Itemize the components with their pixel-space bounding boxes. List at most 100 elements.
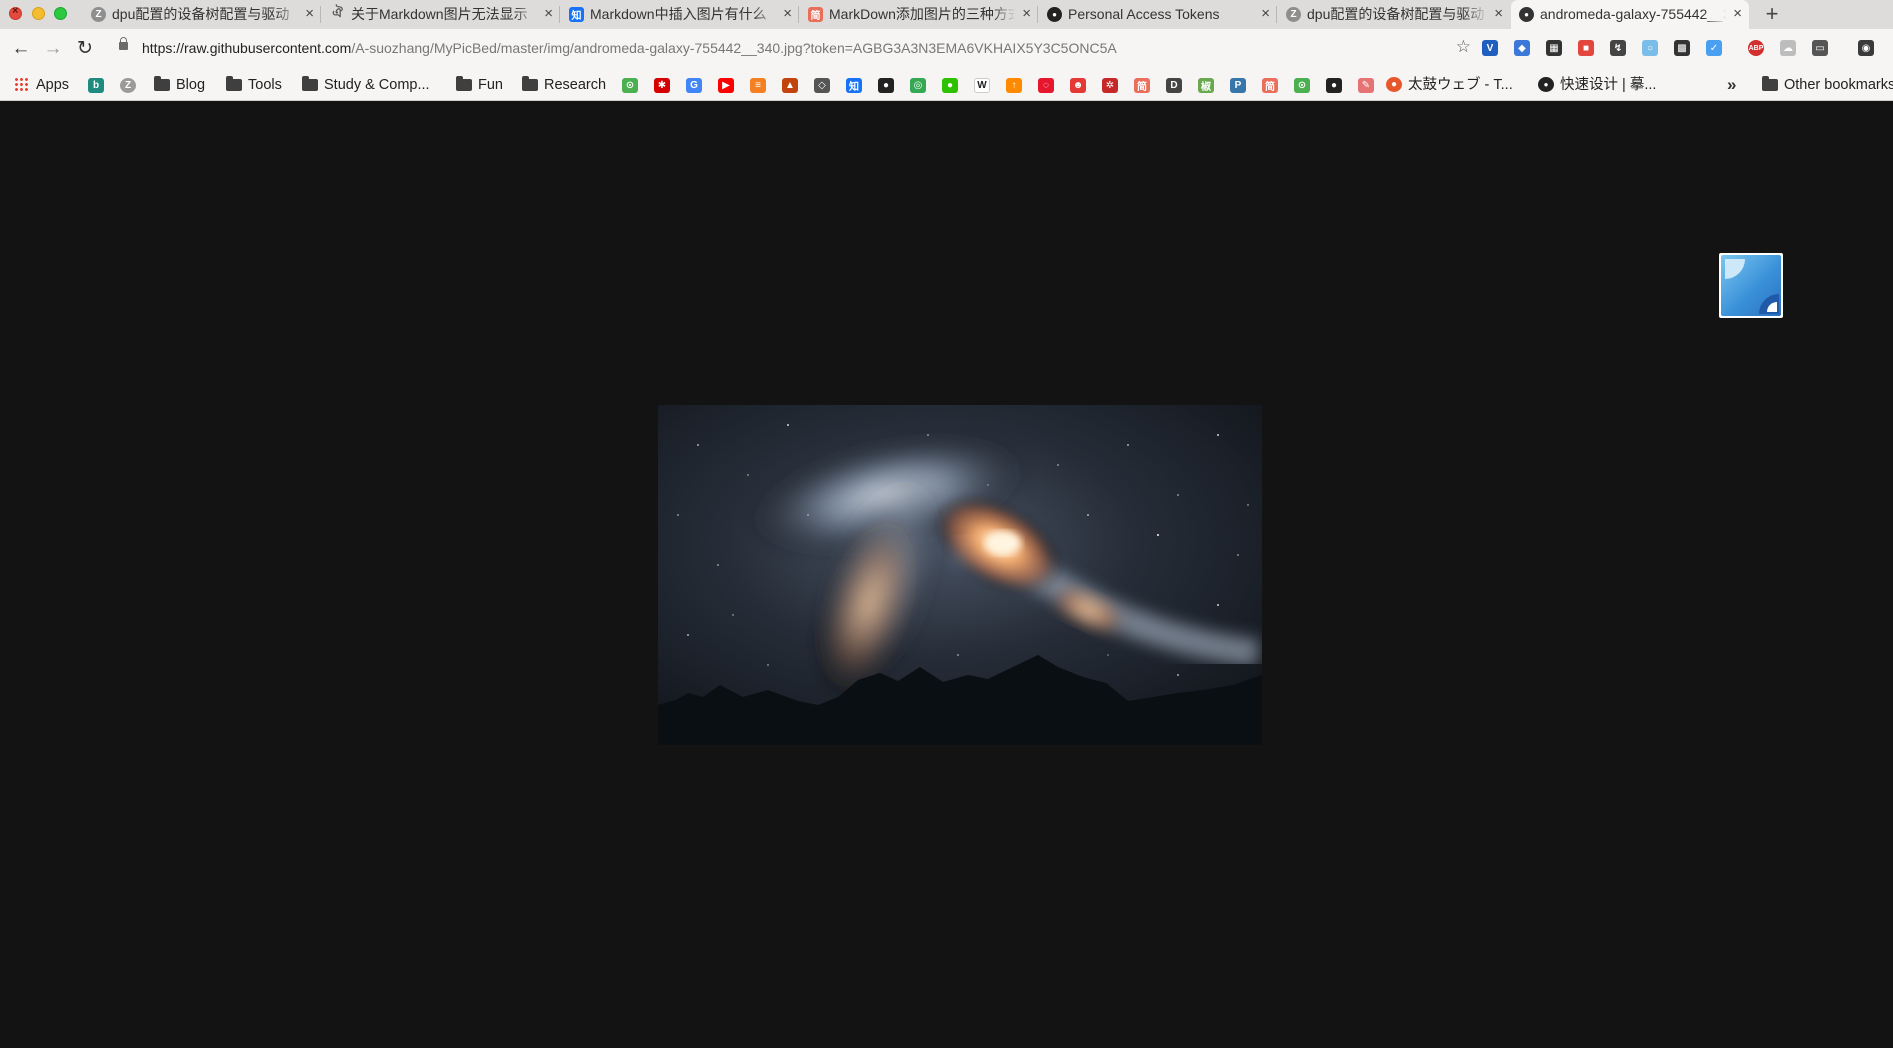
tab-close-icon[interactable]: ×	[783, 5, 792, 22]
url-text[interactable]: https://raw.githubusercontent.com/A-suoz…	[142, 40, 1117, 57]
palette-icon[interactable]: ■	[1578, 40, 1594, 56]
trello-icon[interactable]: ▦	[1546, 40, 1562, 56]
tab-6-active[interactable]: ● andromeda-galaxy-755442__340.jpg ×	[1511, 0, 1749, 29]
matlab-icon[interactable]: ▲	[782, 78, 798, 93]
window-maximize-button[interactable]	[54, 7, 67, 20]
bookmark-other-folder[interactable]: Other bookmarks	[1762, 76, 1893, 94]
youtube-icon[interactable]: ▶	[718, 78, 734, 93]
jianshu-icon[interactable]: 简	[1134, 78, 1150, 93]
folder-icon	[226, 76, 242, 91]
checkmark-icon[interactable]: ✓	[1706, 40, 1722, 56]
tab-close-icon[interactable]: ×	[544, 5, 553, 22]
zhihu-z-icon[interactable]: Z	[120, 78, 136, 93]
tab-strip: Z dpu配置的设备树配置与驱动 × ঐ 关于Markdown图片无法显示 × …	[0, 0, 1893, 29]
jianshu-2-icon[interactable]: 简	[1262, 78, 1278, 93]
translate-icon: ঐ	[332, 5, 343, 20]
bookmark-kuaisu[interactable]: ● 快速设计 | 摹...	[1538, 76, 1656, 94]
xilinx-icon[interactable]: ✱	[654, 78, 670, 93]
tab-3[interactable]: 简 MarkDown添加图片的三种方式 ×	[800, 0, 1038, 29]
tab-1[interactable]: ঐ 关于Markdown图片无法显示 ×	[322, 0, 560, 29]
zhihu-icon: 知	[569, 7, 584, 22]
gear-red-icon[interactable]: ✲	[1102, 78, 1118, 93]
bookmark-folder-research[interactable]: Research	[522, 76, 606, 94]
tab-title: andromeda-galaxy-755442__340.jpg	[1540, 6, 1727, 23]
globe-icon[interactable]: ●	[1326, 78, 1342, 93]
label-tag-icon[interactable]: D	[1166, 78, 1182, 93]
wechat-green-2-icon[interactable]: ⊙	[1294, 78, 1310, 93]
vimium-icon[interactable]: V	[1482, 40, 1498, 56]
cloud-icon[interactable]: ☁	[1780, 40, 1796, 56]
ring-icon[interactable]: ○	[1642, 40, 1658, 56]
back-button[interactable]: ←	[8, 37, 34, 61]
more-bookmarks-chevron-icon[interactable]: »	[1727, 75, 1736, 95]
window-close-button[interactable]	[9, 5, 22, 20]
image-viewer	[0, 101, 1893, 1048]
tab-5[interactable]: Z dpu配置的设备树配置与驱动 ×	[1278, 0, 1510, 29]
bookmark-label: Blog	[176, 77, 206, 93]
reload-button[interactable]: ↻	[72, 37, 98, 61]
bookmark-apps[interactable]: Apps	[14, 76, 69, 94]
tab-title: Personal Access Tokens	[1068, 6, 1255, 23]
gesture-icon[interactable]: ↯	[1610, 40, 1626, 56]
arrow-up-icon[interactable]: ↑	[1006, 78, 1022, 93]
tab-4[interactable]: ● Personal Access Tokens ×	[1039, 0, 1277, 29]
folder-icon	[522, 76, 538, 91]
cube-icon[interactable]: ◆	[1514, 40, 1530, 56]
bookmark-label: Apps	[36, 77, 70, 93]
window-minimize-button[interactable]	[32, 7, 45, 20]
profile-avatar-icon[interactable]: ◉	[1858, 40, 1874, 56]
diamond-icon[interactable]: ◇	[814, 78, 830, 93]
andromeda-galaxy-image[interactable]	[658, 405, 1262, 745]
paintbrush-icon[interactable]: ✎	[1358, 78, 1374, 93]
browser-toolbar: ← → ↻ https://raw.githubusercontent.com/…	[0, 29, 1893, 69]
wechat-green-icon[interactable]: ⊙	[622, 78, 638, 93]
weibo-icon[interactable]: ◌	[1038, 78, 1054, 93]
adblock-icon[interactable]: ABP	[1748, 40, 1764, 56]
tab-title: MarkDown添加图片的三种方式	[829, 6, 1016, 23]
tab-close-icon[interactable]: ×	[1261, 5, 1270, 22]
bookmark-folder-fun[interactable]: Fun	[456, 76, 503, 94]
globe-icon: ●	[1538, 77, 1554, 92]
tab-close-icon[interactable]: ×	[1494, 5, 1503, 22]
stackoverflow-icon[interactable]: ≡	[750, 78, 766, 93]
tab-close-icon[interactable]: ×	[1022, 5, 1031, 22]
bookmark-folder-tools[interactable]: Tools	[226, 76, 282, 94]
wikipedia-icon[interactable]: W	[974, 78, 990, 93]
bookmark-folder-blog[interactable]: Blog	[154, 76, 205, 94]
python-icon[interactable]: P	[1230, 78, 1246, 93]
bookmark-label: Study & Comp...	[324, 77, 430, 93]
wechat-icon[interactable]: ●	[942, 78, 958, 93]
tab-title: dpu配置的设备树配置与驱动	[1307, 6, 1488, 23]
jianshu-icon: 简	[808, 7, 823, 22]
bookmark-label: 快速设计 | 摹...	[1560, 77, 1657, 93]
bing-icon[interactable]: b	[88, 78, 104, 93]
tab-title: Markdown中插入图片有什么	[590, 6, 777, 23]
zhihu-icon[interactable]: 知	[846, 78, 862, 93]
green-square-icon[interactable]: 椒	[1198, 78, 1214, 93]
github-icon[interactable]: ●	[878, 78, 894, 93]
tab-close-icon[interactable]: ×	[1733, 5, 1742, 22]
tab-0[interactable]: Z dpu配置的设备树配置与驱动 ×	[83, 0, 321, 29]
bookmark-label: Fun	[478, 77, 503, 93]
mask-icon[interactable]: ☻	[1070, 78, 1086, 93]
bookmark-taiko[interactable]: ● 太鼓ウェブ - T...	[1386, 76, 1513, 94]
globe-icon: ●	[1519, 7, 1534, 22]
tab-close-icon[interactable]: ×	[305, 5, 314, 22]
github-icon: ●	[1047, 7, 1062, 22]
bookmark-folder-study[interactable]: Study & Comp...	[302, 76, 430, 94]
cast-icon[interactable]: ▭	[1812, 40, 1828, 56]
google-icon[interactable]: G	[686, 78, 702, 93]
qrcode-icon[interactable]: ▩	[1674, 40, 1690, 56]
zhihu-z-icon: Z	[91, 7, 106, 22]
forward-button[interactable]: →	[40, 37, 66, 61]
bookmark-label: Tools	[248, 77, 282, 93]
folder-icon	[456, 76, 472, 91]
bookmark-label: Research	[544, 77, 607, 93]
zhihu-z-icon: Z	[1286, 7, 1301, 22]
new-tab-button[interactable]: +	[1760, 2, 1784, 26]
chrome-icon[interactable]: ◎	[910, 78, 926, 93]
bookmark-star-icon[interactable]: ☆	[1456, 37, 1471, 57]
floating-extension-button[interactable]	[1719, 253, 1783, 318]
address-bar[interactable]: https://raw.githubusercontent.com/A-suoz…	[110, 34, 1475, 63]
tab-2[interactable]: 知 Markdown中插入图片有什么 ×	[561, 0, 799, 29]
